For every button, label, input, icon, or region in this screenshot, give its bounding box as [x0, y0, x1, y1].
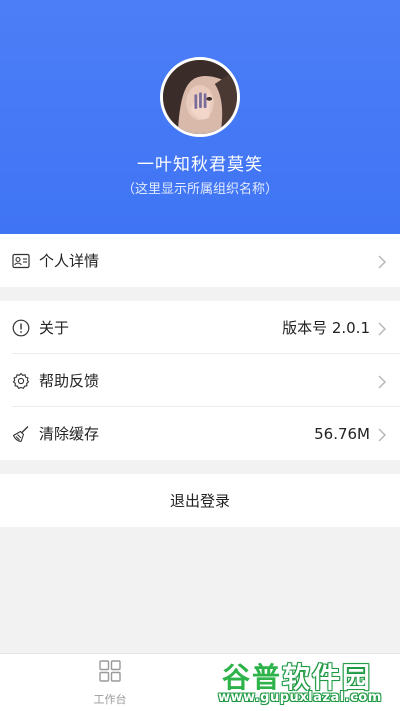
about-label: 关于 [39, 319, 70, 337]
chevron-right-icon [378, 254, 386, 268]
avatar[interactable] [160, 57, 240, 137]
tab-workbench-label: 工作台 [93, 693, 127, 706]
chevron-right-icon [378, 374, 386, 388]
cache-size-value: 56.76M [314, 424, 370, 443]
clear-cache-label: 清除缓存 [39, 425, 100, 443]
clear-cache-item[interactable]: 清除缓存 56.76M [0, 407, 400, 460]
about-item[interactable]: 关于 版本号 2.0.1 [0, 301, 400, 354]
id-card-icon [12, 252, 30, 270]
settings-group: 关于 版本号 2.0.1 帮助反馈 清除缓存 56.76M [0, 301, 400, 460]
user-name: 一叶知秋君莫笑 [137, 155, 263, 175]
personal-group: 个人详情 [0, 234, 400, 287]
personal-details-item[interactable]: 个人详情 [0, 234, 400, 287]
watermark-logo: 谷普软件园 www.gupuxlazal.com [218, 656, 396, 708]
org-name: （这里显示所属组织名称） [121, 182, 278, 197]
version-value: 版本号 2.0.1 [282, 319, 370, 337]
help-feedback-item[interactable]: 帮助反馈 [0, 354, 400, 407]
profile-header: 一叶知秋君莫笑 （这里显示所属组织名称） [0, 0, 400, 234]
help-feedback-label: 帮助反馈 [39, 372, 100, 390]
chevron-right-icon [378, 321, 386, 335]
gear-icon [12, 372, 30, 390]
info-icon [12, 319, 30, 337]
grid-icon [98, 659, 122, 687]
chevron-right-icon [378, 427, 386, 441]
broom-icon [12, 425, 30, 443]
tab-workbench[interactable]: 工作台 [10, 654, 210, 711]
personal-details-label: 个人详情 [39, 252, 100, 270]
watermark-url: www.gupuxlazal.com [218, 690, 382, 705]
logout-button[interactable]: 退出登录 [0, 474, 400, 527]
avatar-photo [163, 60, 237, 134]
